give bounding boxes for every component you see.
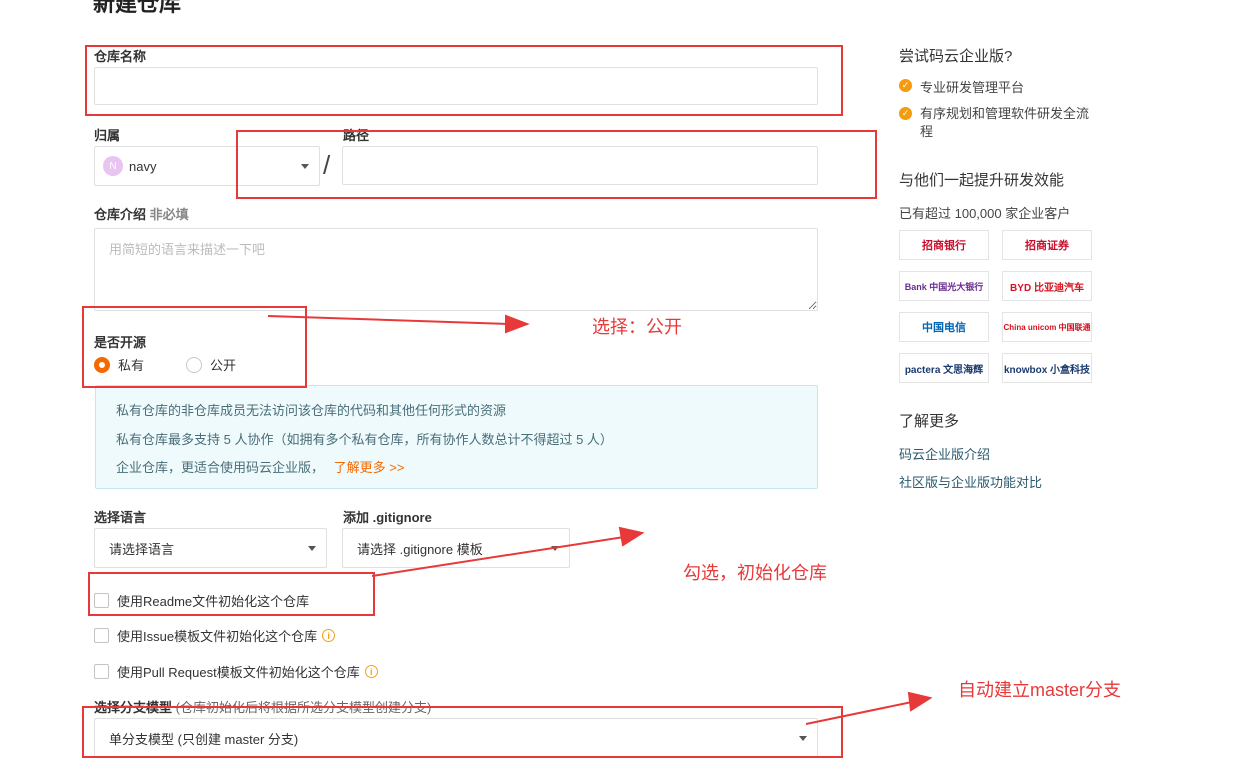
logo-china-telecom: 中国电信 (899, 312, 989, 342)
logo-pactera: pactera 文思海辉 (899, 353, 989, 383)
arrow-line-init (371, 536, 625, 577)
annotation-auto-master: 自动建立master分支 (958, 680, 1122, 700)
enterprise-intro-link[interactable]: 码云企业版介绍 (899, 444, 990, 463)
arrow-head-master (907, 691, 933, 712)
customers-count: 已有超过 100,000 家企业客户 (899, 206, 1071, 221)
arrow-line-public (267, 315, 511, 325)
check-circle-icon: ✓ (899, 107, 912, 120)
feature-item: ✓ 有序规划和管理软件研发全流程 (899, 105, 1099, 141)
together-heading: 与他们一起提升研发效能 (899, 172, 1065, 189)
feature-item: ✓ 专业研发管理平台 (899, 77, 1024, 96)
feature-text: 专业研发管理平台 (920, 80, 1025, 95)
annotation-check-init: 勾选，初始化仓库 (683, 563, 827, 583)
try-enterprise-heading: 尝试码云企业版? (899, 48, 1013, 65)
logo-knowbox: knowbox 小盒科技 (1002, 353, 1092, 383)
arrow-head-public (505, 314, 530, 334)
logo-china-unicom: China unicom 中国联通 (1002, 312, 1092, 342)
arrow-head-init (618, 526, 645, 547)
annotation-choose-public: 选择：公开 (592, 317, 682, 337)
edition-compare-link[interactable]: 社区版与企业版功能对比 (899, 472, 1042, 491)
arrow-line-master (805, 701, 913, 725)
logo-cmb-securities: 招商证券 (1002, 230, 1092, 260)
logo-ceb: Bank 中国光大银行 (899, 271, 989, 301)
feature-text: 有序规划和管理软件研发全流程 (920, 106, 1090, 139)
logo-cmb: 招商银行 (899, 230, 989, 260)
learn-more-heading: 了解更多 (899, 413, 960, 430)
check-circle-icon: ✓ (899, 79, 912, 92)
logo-byd: BYD 比亚迪汽车 (1002, 271, 1092, 301)
